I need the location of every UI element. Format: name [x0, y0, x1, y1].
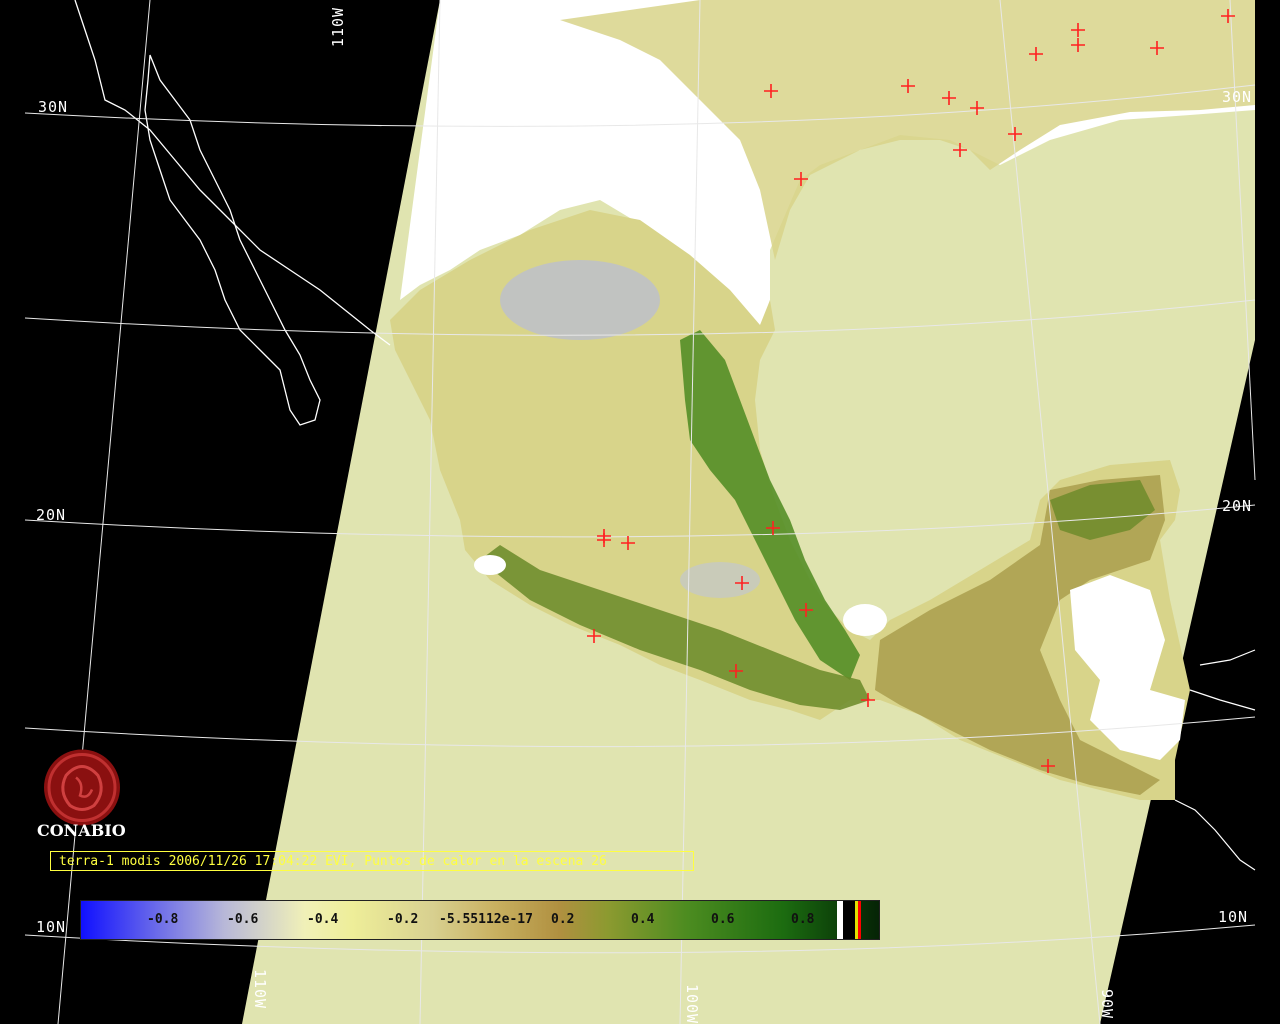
scale-band-nodata [843, 901, 855, 939]
scale-tick-8: 0.6 [711, 912, 735, 927]
scale-tick-5: -5.55112e-17 [439, 912, 533, 927]
label-lat-30n-right: 30N [1222, 88, 1253, 106]
label-lon-90w-bottom: 90W [1098, 988, 1117, 1020]
label-lat-30n: 30N [38, 98, 69, 116]
scale-tick-3: -0.4 [307, 912, 339, 927]
cloud-isthmus [843, 604, 887, 636]
label-lat-10n-left: 10N [36, 918, 67, 936]
arid-patch-north [500, 260, 660, 340]
scene-caption: terra-1 modis 2006/11/26 17:04:22 EVI, P… [50, 851, 694, 871]
scale-tick-7: 0.4 [631, 912, 655, 927]
scale-tick-9: 0.8 [791, 912, 815, 927]
label-lon-110w-top: 110W [329, 6, 348, 48]
scale-tick-4: -0.2 [387, 912, 419, 927]
label-lat-10n-right: 10N [1218, 908, 1249, 926]
label-lat-20n-left: 20N [36, 506, 67, 524]
label-lon-100w-bottom: 100W [683, 983, 702, 1024]
arid-patch-central [680, 562, 760, 598]
scale-tick-2: -0.6 [227, 912, 259, 927]
conabio-logo-text: CONABIO [37, 821, 126, 840]
label-lon-110w-bottom: 110W [251, 968, 270, 1010]
cloud-west-coast [474, 555, 506, 575]
scale-tick-6: 0.2 [551, 912, 575, 927]
scale-band-red [858, 901, 861, 939]
evi-color-scale: -0.8 -0.6 -0.4 -0.2 -5.55112e-17 0.2 0.4… [80, 900, 880, 940]
scale-tick-1: -0.8 [147, 912, 179, 927]
label-lat-20n-right: 20N [1222, 497, 1253, 515]
